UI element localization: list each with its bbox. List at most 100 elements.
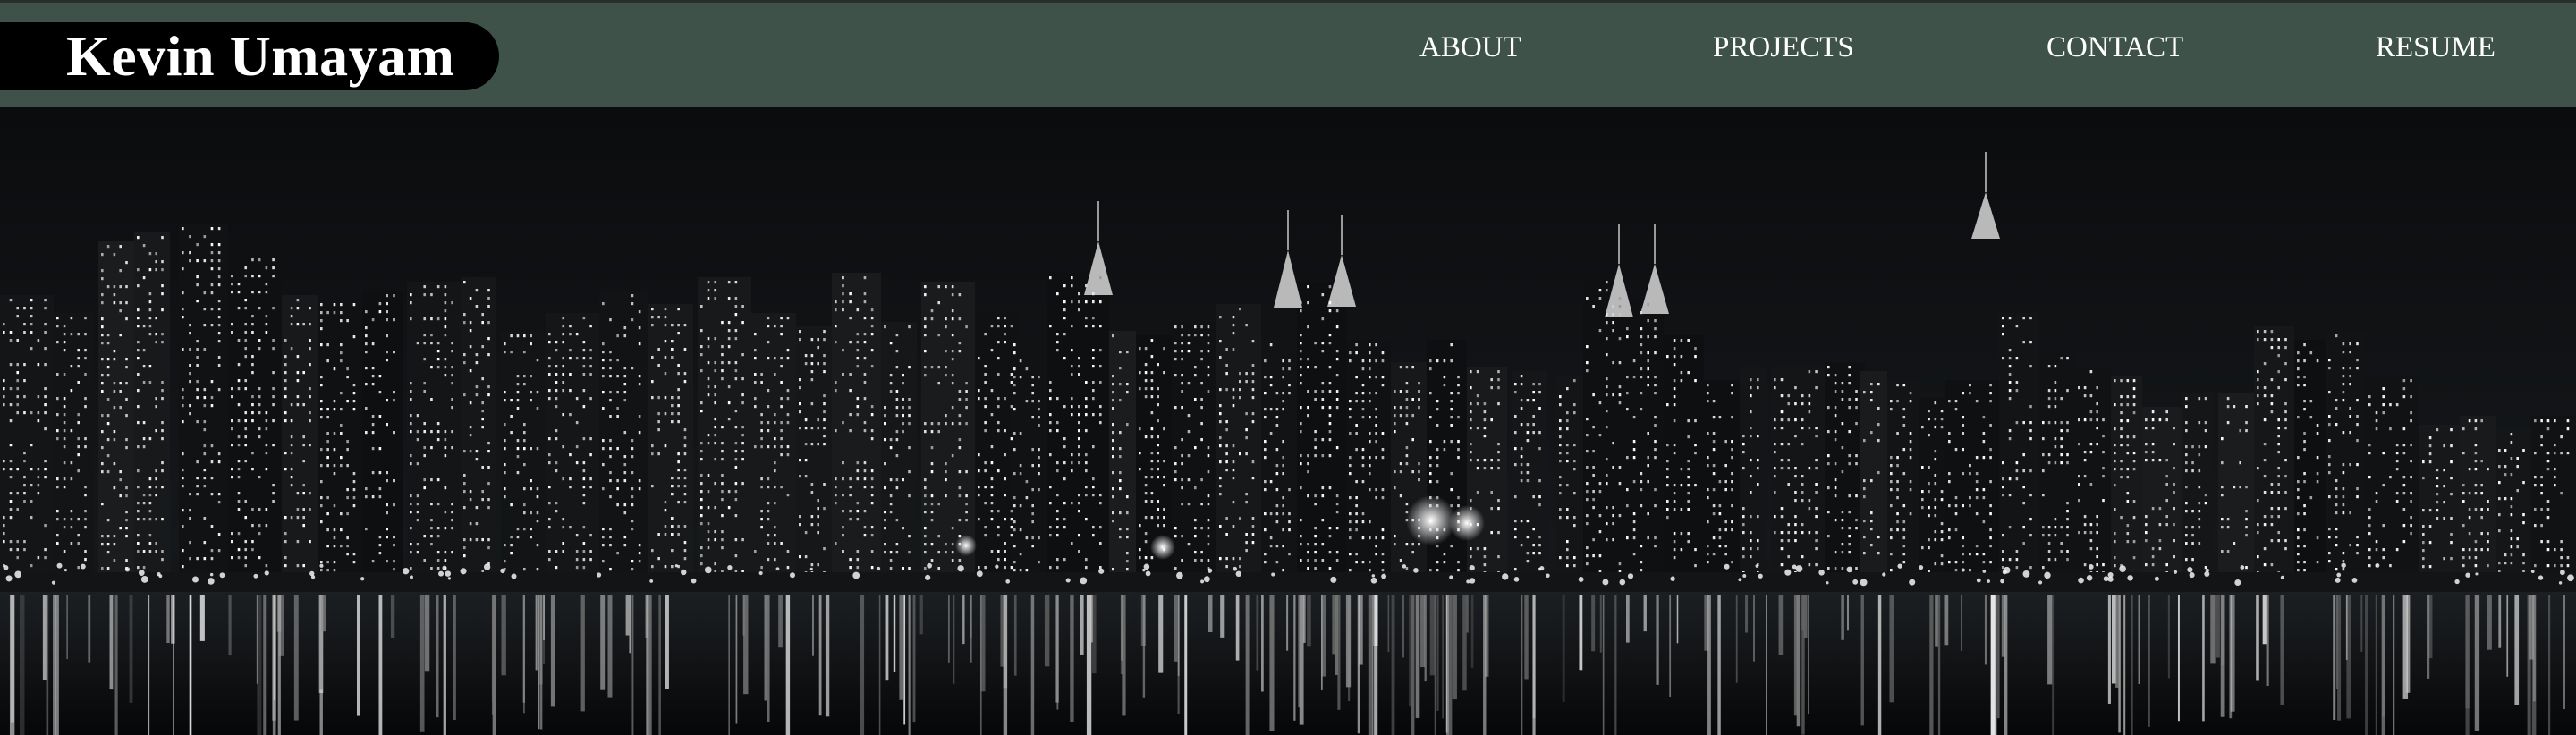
window-light (1520, 399, 1523, 402)
window-light (1848, 543, 1851, 546)
window-light (1013, 569, 1016, 572)
window-light (1742, 555, 1745, 559)
window-light (161, 397, 164, 401)
nav-link-resume[interactable]: RESUME (2376, 31, 2496, 64)
window-light (1429, 440, 1432, 444)
window-light (1483, 547, 1487, 551)
window-light (155, 317, 157, 320)
window-light (436, 430, 440, 434)
window-light (1349, 456, 1352, 460)
window-light (231, 556, 233, 560)
window-light (602, 487, 605, 491)
window-light (924, 551, 927, 554)
window-light (760, 413, 763, 417)
window-light (2226, 405, 2230, 409)
window-light (1794, 499, 1797, 503)
window-light (1225, 460, 1228, 464)
window-light (1470, 386, 1472, 390)
window-light (707, 385, 710, 389)
window-light (1896, 464, 1899, 468)
window-light (1526, 423, 1530, 427)
window-light (582, 317, 586, 320)
window-light (70, 389, 73, 393)
window-light (2126, 444, 2130, 447)
window-light (930, 446, 934, 450)
window-light (2368, 524, 2371, 528)
nav-link-contact[interactable]: CONTACT (2046, 31, 2183, 64)
window-light (430, 535, 433, 538)
window-light (1031, 448, 1034, 452)
window-light (2198, 445, 2201, 449)
window-light (2047, 365, 2051, 368)
window-light (137, 325, 140, 328)
window-light (1707, 545, 1709, 548)
window-light (1049, 325, 1052, 328)
nav-link-about[interactable]: ABOUT (1419, 31, 1521, 64)
window-light (2436, 493, 2439, 496)
window-light (707, 442, 710, 445)
window-light (1085, 300, 1088, 304)
window-light (2029, 405, 2032, 409)
window-light (142, 445, 146, 449)
window-light (196, 356, 199, 359)
window-light (1606, 353, 1608, 357)
window-light (1632, 448, 1636, 452)
light-reflection (2465, 595, 2470, 709)
window-light (616, 415, 619, 418)
window-light (1092, 381, 1095, 384)
window-light (63, 349, 66, 352)
window-light (1712, 440, 1716, 444)
window-light (1632, 512, 1636, 516)
window-light (2510, 529, 2513, 533)
window-light (849, 300, 852, 304)
shore-light (219, 572, 225, 579)
window-light (1314, 543, 1317, 546)
window-light (700, 401, 703, 405)
window-light (1566, 508, 1569, 511)
building (1297, 282, 1346, 577)
window-light (2277, 354, 2280, 358)
window-light (1757, 378, 1759, 382)
nav-link-projects[interactable]: PROJECTS (1713, 31, 1854, 64)
window-light (1010, 534, 1013, 537)
window-light (1948, 561, 1951, 564)
window-light (430, 567, 433, 570)
window-light (714, 337, 717, 341)
window-light (2356, 359, 2359, 362)
window-light (1368, 392, 1371, 395)
window-light (1019, 528, 1022, 532)
window-light (346, 319, 349, 323)
window-light (799, 402, 801, 406)
window-light (774, 413, 776, 417)
window-light (1314, 446, 1317, 450)
window-light (2096, 547, 2098, 551)
window-light (2022, 421, 2025, 425)
window-light (2546, 508, 2550, 511)
brand-logo-link[interactable]: Kevin Umayam (0, 22, 499, 90)
window-light (835, 502, 837, 505)
window-light (1928, 490, 1930, 494)
window-light (1654, 392, 1657, 395)
window-light (984, 381, 987, 384)
window-light (430, 334, 433, 337)
window-light (23, 379, 26, 383)
window-light (2303, 432, 2306, 435)
window-light (1848, 382, 1851, 385)
window-light (309, 540, 311, 544)
window-light (1855, 390, 1858, 393)
window-light (548, 486, 551, 489)
window-light (23, 540, 26, 544)
window-light (142, 494, 146, 497)
window-light (137, 566, 140, 570)
window-light (984, 421, 987, 425)
window-light (3, 331, 5, 334)
window-light (2270, 491, 2274, 494)
light-reflection (1483, 595, 1487, 735)
window-light (148, 317, 152, 320)
window-light (1724, 464, 1727, 468)
window-light (37, 476, 40, 479)
window-light (290, 435, 293, 439)
window-light (536, 447, 539, 451)
window-light (1405, 567, 1409, 570)
window-light (1640, 343, 1643, 347)
